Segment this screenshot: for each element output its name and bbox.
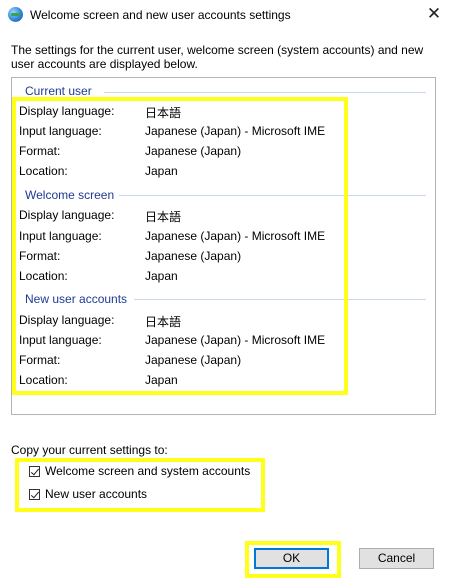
description-text: The settings for the current user, welco… [11, 43, 424, 71]
group-separator [104, 92, 426, 93]
window-title: Welcome screen and new user accounts set… [30, 8, 291, 22]
title-bar: Welcome screen and new user accounts set… [0, 0, 450, 30]
group-header-current-user: Current user [25, 84, 92, 98]
cancel-button[interactable]: Cancel [359, 548, 434, 569]
highlight-box-settings [12, 97, 348, 395]
close-button[interactable]: ✕ [418, 0, 450, 30]
globe-icon [8, 7, 23, 22]
highlight-box-checkboxes [15, 458, 265, 512]
copy-settings-label: Copy your current settings to: [11, 443, 168, 457]
highlight-box-ok [245, 541, 341, 578]
